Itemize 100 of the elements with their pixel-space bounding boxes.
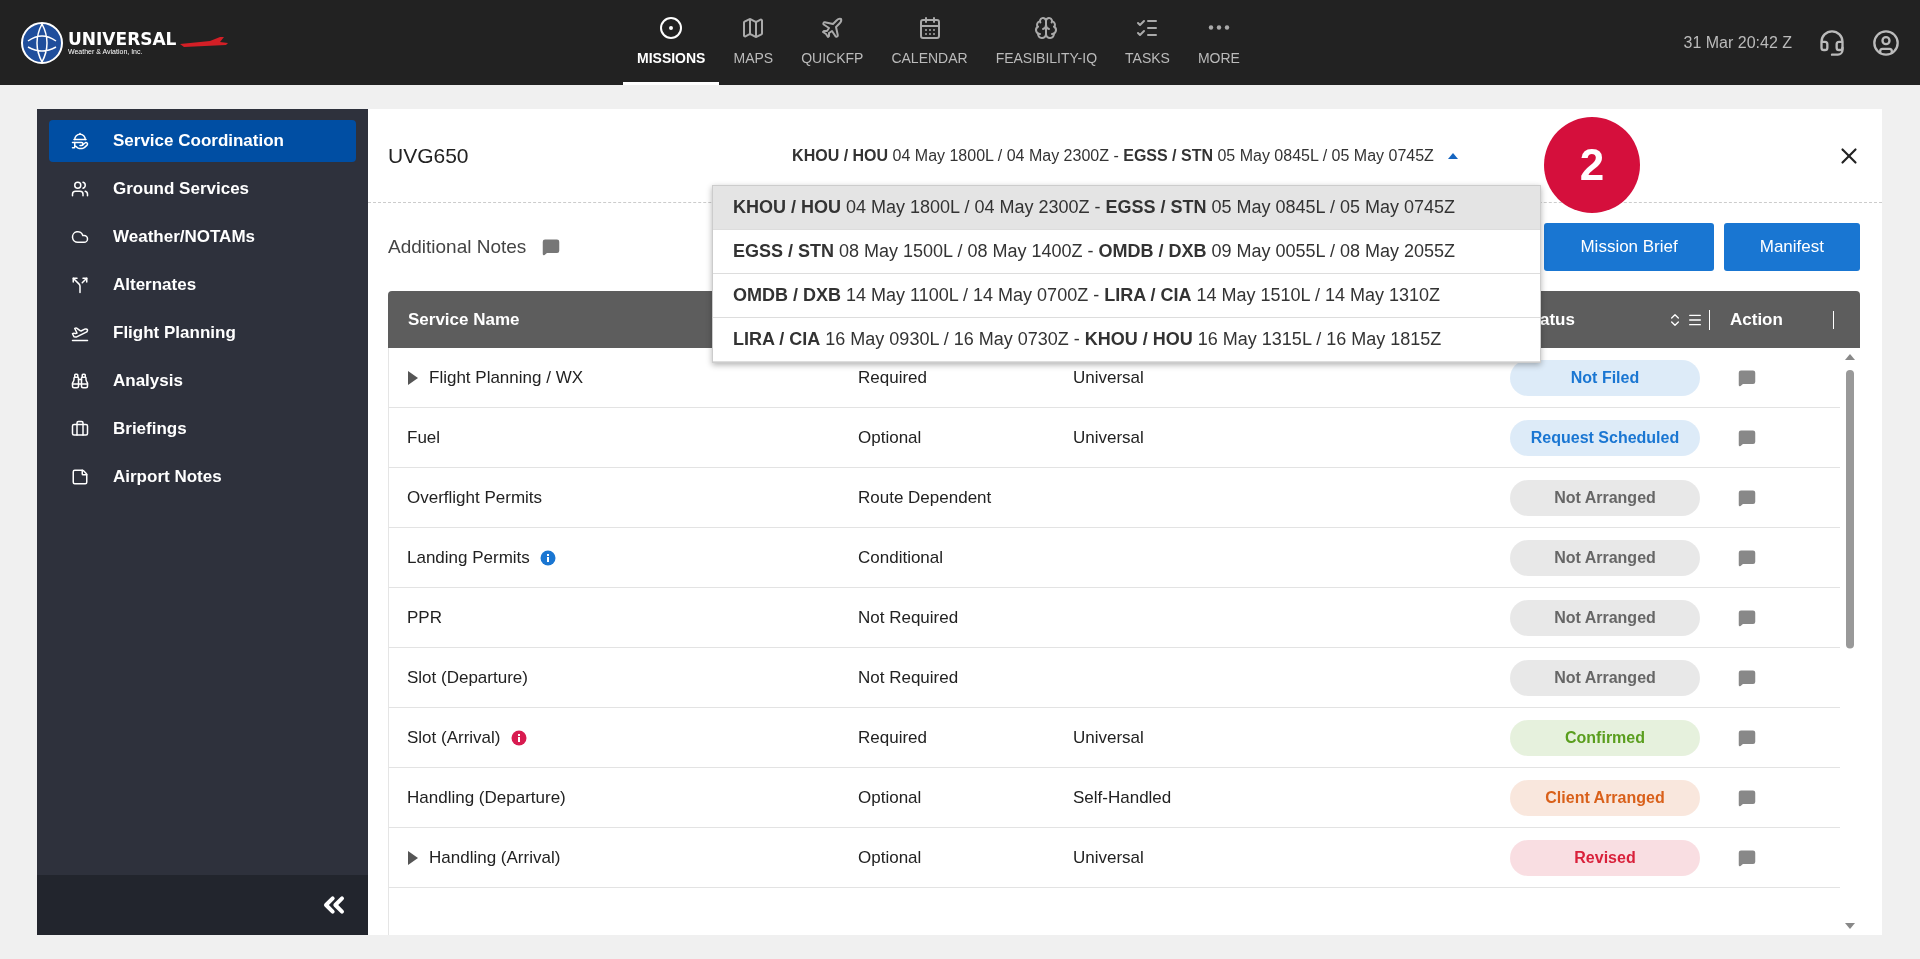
nav-tab[interactable]: MORE: [1183, 0, 1254, 85]
table-cell-text: Required: [857, 367, 928, 388]
brain-icon: [1034, 16, 1059, 40]
clock: 31 Mar 20:42 Z: [1683, 33, 1792, 52]
table-cell-text: Optional: [857, 847, 923, 868]
sidebar-label: Airport Notes: [113, 467, 222, 487]
table-cell-text: Universal: [1072, 727, 1145, 748]
notes-label: Additional Notes: [388, 236, 527, 258]
nav-tab[interactable]: FEASIBILITY-IQ: [981, 0, 1112, 85]
sidebar-item[interactable]: Analysis: [49, 360, 356, 402]
table-cell-text: Not Required: [857, 607, 960, 628]
sidebar-item[interactable]: Briefings: [49, 408, 356, 450]
nav-label: MAPS: [733, 50, 774, 66]
briefcase-icon: [71, 420, 89, 438]
table-cell-text: Universal: [1072, 367, 1145, 388]
leg-option[interactable]: OMDB / DXB 14 May 1100L / 14 May 0700Z - LIRA / CIA 14 May 1510L / 14 May 1310Z: [713, 274, 1540, 318]
status-pill: Not Arranged: [1510, 659, 1700, 696]
nav-tab[interactable]: MISSIONS: [623, 0, 720, 85]
expand-caret-icon[interactable]: [407, 369, 419, 386]
comment-button[interactable]: [1738, 548, 1756, 567]
brand-name: UNIVERSAL: [68, 30, 177, 48]
info-icon[interactable]: [539, 549, 556, 566]
status-pill: Not Arranged: [1510, 539, 1700, 576]
leg-option[interactable]: EGSS / STN 08 May 1500L / 08 May 1400Z - OMDB / DXB 09 May 0055L / 08 May 2055Z: [713, 230, 1540, 274]
plane-takeoff-icon: [71, 324, 89, 342]
target-icon: [659, 16, 684, 40]
sidebar-item[interactable]: Ground Services: [49, 168, 356, 210]
nav-label: MORE: [1197, 50, 1240, 66]
comment-button[interactable]: [1738, 488, 1756, 507]
table-cell-text: Route Dependent: [857, 487, 993, 508]
nav-tab[interactable]: TASKS: [1111, 0, 1184, 85]
sidebar-label: Weather/NOTAMs: [113, 227, 255, 247]
table-cell-text: Required: [857, 727, 928, 748]
table-cell-text: Self-Handled: [1072, 787, 1173, 808]
status-pill: Request Scheduled: [1510, 419, 1700, 456]
leg-selector[interactable]: KHOU / HOU 04 May 1800L / 04 May 2300Z - EGSS / STN 05 May 0845L / 05 May 0745Z: [792, 146, 1434, 165]
service-name: Flight Planning / WX: [429, 367, 583, 388]
table-cell-text: Optional: [857, 427, 923, 448]
status-pill: Not Arranged: [1510, 599, 1700, 636]
info-icon[interactable]: [510, 729, 527, 746]
status-pill: Not Arranged: [1510, 479, 1700, 516]
leg-option[interactable]: KHOU / HOU 04 May 1800L / 04 May 2300Z - EGSS / STN 05 May 0845L / 05 May 0745Z: [713, 186, 1540, 230]
column-header[interactable]: atus: [1540, 309, 1575, 330]
service-name: Slot (Departure): [407, 667, 528, 688]
split-icon: [71, 276, 89, 294]
comment-icon[interactable]: [542, 238, 561, 256]
sidebar-item[interactable]: Alternates: [49, 264, 356, 306]
nav-label: FEASIBILITY-IQ: [995, 50, 1098, 66]
comment-button[interactable]: [1738, 668, 1756, 687]
binoculars-icon: [71, 372, 89, 390]
comment-button[interactable]: [1738, 728, 1756, 747]
sidebar-item[interactable]: Airport Notes: [49, 456, 356, 498]
plane-icon: [820, 16, 845, 40]
comment-button[interactable]: [1738, 428, 1756, 447]
sidebar-label: Analysis: [113, 371, 183, 391]
status-pill: Client Arranged: [1510, 779, 1700, 816]
status-pill: Confirmed: [1510, 719, 1700, 756]
sidebar-label: Alternates: [113, 275, 197, 295]
action-button[interactable]: Mission Brief: [1544, 223, 1714, 271]
nav-tab[interactable]: CALENDAR: [877, 0, 982, 85]
nav-label: QUICKFP: [801, 50, 864, 66]
comment-button[interactable]: [1738, 848, 1756, 867]
service-name: Handling (Arrival): [429, 847, 561, 868]
comment-button[interactable]: [1738, 788, 1756, 807]
note-icon: [71, 468, 89, 486]
comment-button[interactable]: [1738, 368, 1756, 387]
plane-logo-icon: [180, 36, 229, 49]
nav-label: TASKS: [1125, 50, 1170, 66]
cloud-icon: [71, 228, 89, 246]
nav-tab[interactable]: QUICKFP: [787, 0, 878, 85]
table-cell-text: Conditional: [857, 547, 945, 568]
hand-platter-icon: [71, 132, 89, 150]
nav-tab[interactable]: MAPS: [719, 0, 788, 85]
people-icon: [71, 180, 89, 198]
service-name: Landing Permits: [407, 547, 530, 568]
service-name: Fuel: [407, 427, 441, 448]
step-badge: 2: [1544, 117, 1640, 213]
sidebar-item[interactable]: Service Coordination: [49, 120, 356, 162]
expand-caret-icon[interactable]: [407, 849, 419, 866]
table-cell-text: Universal: [1072, 427, 1145, 448]
service-name: Overflight Permits: [407, 487, 543, 508]
table-cell-text: Not Required: [857, 667, 960, 688]
column-header: Action: [1730, 309, 1783, 330]
sidebar-item[interactable]: Weather/NOTAMs: [49, 216, 356, 258]
caret-up-icon[interactable]: [1447, 152, 1458, 159]
more-icon: [1207, 25, 1230, 30]
sidebar-item[interactable]: Flight Planning: [49, 312, 356, 354]
nav-label: CALENDAR: [891, 50, 968, 66]
calendar-icon: [917, 16, 942, 40]
sidebar-label: Ground Services: [113, 179, 250, 199]
comment-button[interactable]: [1738, 608, 1756, 627]
user-icon[interactable]: [1872, 28, 1900, 57]
sidebar-label: Service Coordination: [113, 131, 284, 151]
status-pill: Not Filed: [1510, 359, 1700, 396]
mission-id: UVG650: [388, 143, 469, 168]
leg-option[interactable]: LIRA / CIA 16 May 0930L / 16 May 0730Z - KHOU / HOU 16 May 1315L / 16 May 1815Z: [713, 318, 1540, 362]
action-button[interactable]: Manifest: [1723, 223, 1860, 271]
table-cell-text: Universal: [1072, 847, 1145, 868]
headset-icon[interactable]: [1818, 28, 1846, 57]
status-pill: Revised: [1510, 839, 1700, 876]
